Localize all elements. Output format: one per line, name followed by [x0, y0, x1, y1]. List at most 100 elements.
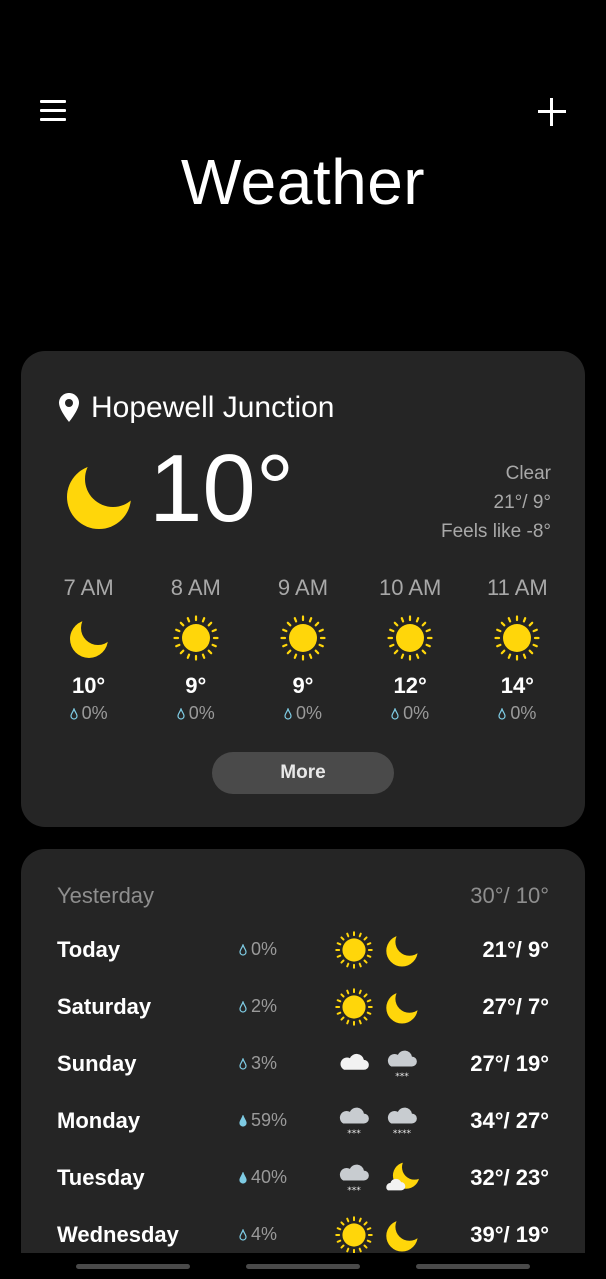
raindrop-icon — [239, 1228, 247, 1241]
hour-temp: 9° — [292, 673, 314, 698]
hour-item: 9 AM 9° 0% — [249, 573, 356, 724]
snow-cloud-icon: *** — [339, 1107, 369, 1139]
snow-cloud-icon: *** — [339, 1164, 369, 1196]
svg-text:***: *** — [347, 1129, 361, 1139]
hour-item: 8 AM 9° 0% — [142, 573, 249, 724]
yesterday-temps: 30°/ 10° — [470, 883, 549, 908]
sun-icon — [280, 615, 326, 661]
day-precip: 4% — [239, 1224, 277, 1245]
day-name: Tuesday — [57, 1165, 145, 1190]
hour-precip: 0% — [249, 703, 356, 724]
moon-icon — [386, 1220, 418, 1252]
hour-item: 10 AM 12° 0% — [357, 573, 464, 724]
nav-recent-apps-button[interactable] — [76, 1264, 190, 1269]
day-row-wednesday[interactable]: Wednesday 4% 39°/ 19° — [57, 1216, 549, 1256]
svg-text:***: *** — [395, 1072, 409, 1082]
high-low-temps: 21°/ 9° — [493, 492, 551, 513]
raindrop-icon — [284, 707, 292, 720]
day-row-today[interactable]: Today 0% 21°/ 9° — [57, 931, 549, 971]
day-row-saturday[interactable]: Saturday 2% 27°/ 7° — [57, 988, 549, 1028]
moon-icon — [386, 935, 418, 967]
day-precip: 40% — [239, 1167, 287, 1188]
hour-temp: 10° — [71, 673, 106, 698]
hour-time: 7 AM — [63, 575, 114, 600]
hour-temp: 14° — [500, 673, 534, 698]
svg-text:****: **** — [393, 1129, 412, 1139]
hour-time: 8 AM — [170, 575, 221, 600]
yesterday-row: Yesterday 30°/ 10° — [57, 883, 549, 909]
raindrop-icon — [391, 707, 399, 720]
hour-item: 11 AM 14° 0% — [464, 573, 571, 724]
hour-time: 11 AM — [486, 575, 548, 600]
day-precip: 0% — [239, 939, 277, 960]
sun-icon — [335, 988, 373, 1026]
day-name: Wednesday — [57, 1222, 179, 1247]
condition-summary: Clear 21°/ 9° Feels like -8° — [441, 459, 551, 546]
svg-text:***: *** — [347, 1186, 361, 1196]
location-name: Hopewell Junction — [91, 391, 335, 424]
app-title: Weather — [180, 146, 426, 218]
location-pin-icon — [59, 393, 79, 422]
nav-home-button[interactable] — [246, 1264, 360, 1269]
location-label: Hopewell Junction — [57, 391, 334, 425]
day-temps: 27°/ 7° — [482, 994, 549, 1019]
moon-icon — [386, 992, 418, 1024]
raindrop-icon — [177, 707, 185, 720]
day-row-tuesday[interactable]: Tuesday 40% *** 32°/ 23° — [57, 1159, 549, 1199]
snow-cloud-icon: *** — [387, 1050, 417, 1082]
partly-cloudy-night-icon — [386, 1162, 420, 1191]
feels-like: Feels like -8° — [440, 521, 551, 542]
sun-icon — [173, 615, 219, 661]
day-name: Sunday — [57, 1051, 137, 1076]
raindrop-icon — [69, 707, 78, 720]
day-precip: 59% — [239, 1110, 287, 1131]
top-app-bar — [0, 0, 606, 126]
raindrop-icon — [239, 943, 247, 956]
yesterday-label: Yesterday — [57, 883, 155, 908]
condition-text: Clear — [505, 463, 551, 484]
hourly-forecast: 7 AM 10° 0% 8 AM 9° 0% 9 AM 9° 0% 10 AM … — [35, 573, 571, 724]
raindrop-icon — [239, 1114, 247, 1127]
current-weather-card[interactable]: Hopewell Junction 10° Clear 21°/ 9° Feel… — [21, 351, 585, 827]
hour-item: 7 AM 10° 0% — [35, 573, 142, 724]
hour-time: 10 AM — [378, 575, 442, 600]
day-temps: 27°/ 19° — [470, 1051, 549, 1076]
sun-icon — [387, 615, 433, 661]
hour-precip: 0% — [35, 703, 142, 724]
raindrop-icon — [498, 707, 506, 720]
current-temperature: 10° — [149, 435, 295, 542]
moon-icon — [69, 620, 108, 658]
add-location-button[interactable] — [536, 96, 568, 128]
hour-temp: 9° — [185, 673, 207, 698]
daily-forecast-card[interactable]: Yesterday 30°/ 10° Today 0% 21°/ 9° Satu… — [21, 849, 585, 1279]
nav-back-button[interactable] — [416, 1264, 530, 1269]
system-navigation-bar — [0, 1253, 606, 1279]
hour-time: 9 AM — [277, 575, 329, 600]
raindrop-icon — [239, 1057, 247, 1070]
day-name: Saturday — [57, 994, 152, 1019]
hour-precip: 0% — [142, 703, 249, 724]
day-row-monday[interactable]: Monday 59% *** **** 34°/ 27° — [57, 1102, 549, 1142]
day-precip: 3% — [239, 1053, 277, 1074]
raindrop-icon — [239, 1171, 247, 1184]
day-precip: 2% — [239, 996, 277, 1017]
sun-icon — [335, 931, 373, 969]
hour-precip: 0% — [357, 703, 464, 724]
raindrop-icon — [239, 1000, 247, 1013]
day-name: Monday — [57, 1108, 141, 1133]
menu-button[interactable] — [40, 98, 68, 124]
cloud-icon — [340, 1053, 369, 1070]
day-row-sunday[interactable]: Sunday 3% *** 27°/ 19° — [57, 1045, 549, 1085]
day-name: Today — [57, 937, 121, 962]
hour-precip: 0% — [464, 703, 571, 724]
day-temps: 21°/ 9° — [482, 937, 549, 962]
more-button[interactable]: More — [212, 752, 394, 794]
sun-icon — [494, 615, 540, 661]
moon-icon — [67, 465, 131, 529]
day-temps: 32°/ 23° — [470, 1165, 549, 1190]
snow-cloud-icon: **** — [387, 1107, 417, 1139]
day-temps: 39°/ 19° — [470, 1222, 549, 1247]
hour-temp: 12° — [393, 673, 427, 698]
day-temps: 34°/ 27° — [470, 1108, 549, 1133]
sun-icon — [335, 1216, 373, 1254]
